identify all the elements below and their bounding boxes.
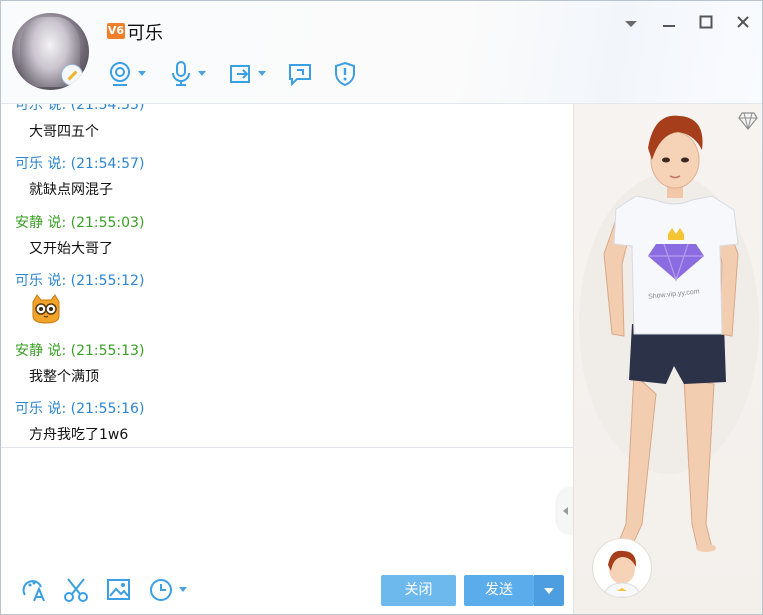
contact-name[interactable]: 可乐 [127, 19, 163, 45]
message-sender: 可乐 说: (21:54:53) [15, 104, 145, 113]
close-button[interactable]: 关闭 [381, 575, 456, 606]
collapse-panel-handle[interactable] [557, 487, 573, 535]
send-button[interactable]: 发送 [464, 575, 534, 606]
send-file-caret-icon[interactable] [258, 71, 266, 76]
chat-window: V6 可乐 可乐 说: (21:54:53) 大哥四五个 可乐 说: (21:5… [0, 0, 763, 615]
video-call-caret-icon[interactable] [138, 71, 146, 76]
vip-badge: V6 [107, 23, 125, 39]
minimize-icon[interactable] [658, 15, 680, 33]
message-sender: 安静 说: (21:55:03) [15, 215, 145, 231]
voice-call-caret-icon[interactable] [198, 71, 206, 76]
security-icon[interactable] [333, 61, 357, 87]
avatar-show-panel: Show.vip.yy.com [573, 104, 763, 614]
image-icon[interactable] [106, 577, 132, 607]
message-sender: 可乐 说: (21:55:16) [15, 401, 145, 417]
avatar[interactable] [12, 13, 89, 90]
message-sender: 可乐 说: (21:55:12) [15, 273, 145, 289]
message-text: 方舟我吃了1w6 [29, 427, 129, 443]
video-call-icon[interactable] [108, 61, 132, 87]
voice-call-icon[interactable] [171, 61, 191, 87]
show-character[interactable]: Show.vip.yy.com [574, 104, 763, 574]
screenshot-scissors-icon[interactable] [63, 577, 89, 607]
message-input[interactable] [1, 448, 573, 568]
message-sender: 可乐 说: (21:54:57) [15, 156, 145, 172]
message-sender: 安静 说: (21:55:13) [15, 343, 145, 359]
send-options-button[interactable] [534, 575, 564, 606]
chat-header: V6 可乐 [1, 1, 762, 103]
message-list[interactable]: 可乐 说: (21:54:53) 大哥四五个 可乐 说: (21:54:57) … [1, 104, 573, 446]
message-text: 我整个满顶 [29, 369, 99, 385]
show-thumbnail[interactable] [592, 538, 652, 598]
close-icon[interactable] [732, 15, 754, 33]
message-text: 大哥四五个 [29, 124, 99, 140]
remote-assist-icon[interactable] [288, 61, 312, 87]
caret-down-icon[interactable] [620, 15, 642, 33]
message-text: 又开始大哥了 [29, 241, 113, 257]
font-icon[interactable] [21, 577, 47, 607]
message-text: 就缺点网混子 [29, 182, 113, 198]
send-file-icon[interactable] [229, 61, 255, 87]
history-caret-icon[interactable] [179, 587, 187, 592]
maximize-icon[interactable] [695, 15, 717, 33]
edit-avatar-icon[interactable] [61, 64, 83, 86]
cat-emoji-icon [29, 294, 63, 328]
history-clock-icon[interactable] [149, 577, 175, 607]
